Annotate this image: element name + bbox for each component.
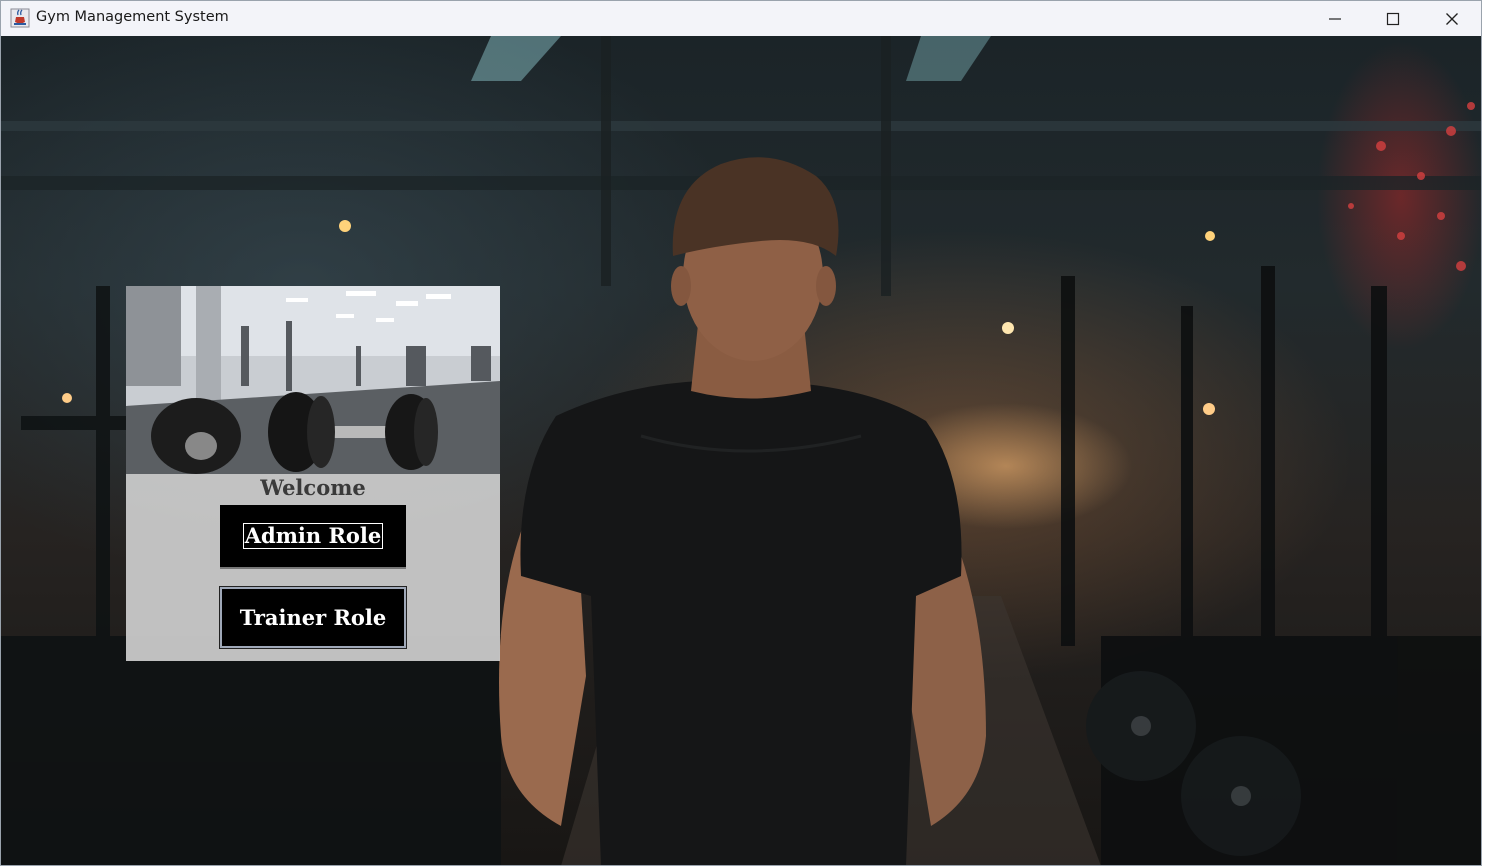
admin-role-label: Admin Role [242, 523, 384, 549]
title-bar[interactable]: Gym Management System [1, 1, 1481, 36]
trainer-role-button[interactable]: Trainer Role [219, 586, 407, 649]
minimize-icon [1329, 17, 1341, 20]
trainer-role-label: Trainer Role [239, 605, 387, 630]
java-cup-icon [10, 8, 30, 28]
close-button[interactable] [1423, 1, 1481, 36]
maximize-icon [1386, 12, 1400, 25]
window-title: Gym Management System [36, 9, 229, 25]
role-selection-panel: Welcome Admin Role Trainer Role [126, 286, 500, 661]
welcome-label: Welcome [260, 475, 366, 500]
main-content: Welcome Admin Role Trainer Role [1, 36, 1481, 865]
close-icon [1446, 12, 1458, 25]
maximize-button[interactable] [1364, 1, 1422, 36]
app-window: Gym Management System Welcome Admin Role… [0, 0, 1482, 866]
minimize-button[interactable] [1306, 1, 1364, 36]
admin-role-button[interactable]: Admin Role [220, 505, 406, 567]
dumbbells-gym-photo [126, 286, 500, 474]
